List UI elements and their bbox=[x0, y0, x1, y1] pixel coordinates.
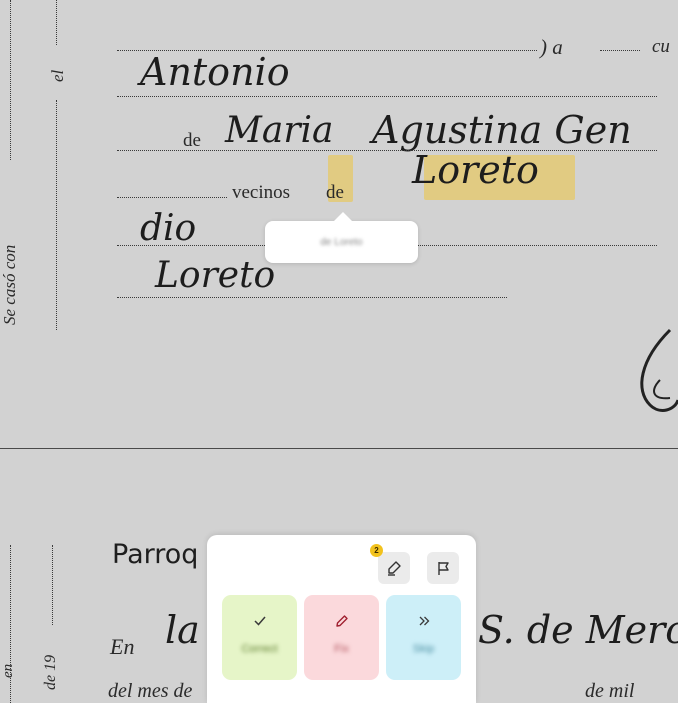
annotation-tooltip: de Loreto bbox=[265, 212, 418, 263]
printed-en: En bbox=[110, 634, 135, 659]
margin-label-se-caso-con: Se casó con bbox=[0, 244, 19, 325]
row-line-2 bbox=[117, 96, 657, 97]
highlighter-count-badge: 2 bbox=[370, 544, 383, 557]
margin-dots-left bbox=[10, 0, 11, 160]
margin-label-en: en bbox=[0, 663, 16, 678]
handwritten-loreto: Loreto bbox=[412, 148, 539, 192]
row-line-6 bbox=[117, 297, 507, 298]
printed-de-2: de bbox=[326, 182, 344, 203]
handwritten-agustina: Agustina Gen bbox=[372, 108, 632, 152]
skip-label: Skip bbox=[412, 643, 435, 655]
margin-dots-mid bbox=[56, 100, 57, 330]
row-line-4a bbox=[117, 197, 227, 198]
correct-button[interactable]: Correct bbox=[222, 595, 297, 680]
skip-button[interactable]: Skip bbox=[386, 595, 461, 680]
printed-cu: cu bbox=[652, 36, 670, 57]
row-line-3 bbox=[117, 150, 657, 151]
review-panel: 2 Correct Fix Skip bbox=[207, 535, 476, 703]
handwritten-la: la bbox=[165, 608, 200, 652]
margin-label-el: el bbox=[48, 69, 67, 82]
section-rule bbox=[0, 448, 678, 449]
printed-paren-a: ) a bbox=[540, 35, 563, 59]
handwritten-antonio: Antonio bbox=[140, 50, 290, 94]
margin-dots-top bbox=[56, 0, 57, 45]
correct-label: Correct bbox=[241, 643, 278, 655]
printed-de: de bbox=[183, 130, 201, 151]
signature-flourish bbox=[640, 328, 678, 412]
row-line-1b bbox=[600, 50, 640, 51]
margin-dots-lower bbox=[10, 545, 11, 703]
margin-dots-lower-2 bbox=[52, 545, 53, 625]
flag-button[interactable] bbox=[427, 552, 459, 584]
pencil-icon bbox=[335, 615, 348, 627]
printed-parroquia: Parroq bbox=[112, 539, 199, 570]
highlighter-icon bbox=[388, 561, 401, 576]
flag-icon bbox=[438, 562, 449, 575]
double-chevron-right-icon bbox=[419, 616, 429, 626]
tooltip-text: de Loreto bbox=[320, 236, 363, 248]
fix-label: Fix bbox=[334, 643, 349, 655]
printed-de-mil: de mil bbox=[585, 680, 635, 702]
margin-label-de-19: de 19 bbox=[42, 654, 59, 690]
check-icon bbox=[253, 616, 266, 626]
fix-button[interactable]: Fix bbox=[304, 595, 379, 680]
handwritten-loreto-2: Loreto bbox=[155, 255, 276, 296]
highlighter-button[interactable] bbox=[378, 552, 410, 584]
printed-del-mes: del mes de bbox=[108, 680, 193, 702]
handwritten-dio: dio bbox=[140, 208, 197, 249]
printed-vecinos: vecinos bbox=[232, 182, 291, 203]
handwritten-maria: Maria bbox=[225, 110, 334, 151]
handwritten-mercedes: S. de Merced bbox=[478, 608, 678, 652]
